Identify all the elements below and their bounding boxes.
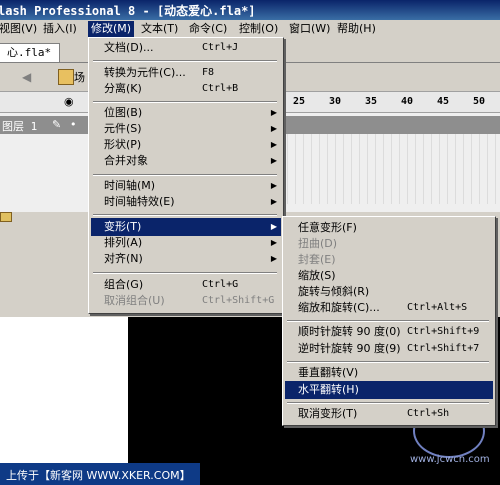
menu-separator xyxy=(93,214,277,216)
menu-separator xyxy=(93,101,277,103)
ruler-label: 40 xyxy=(401,96,414,107)
menu-item-break-apart[interactable]: 分离(K) Ctrl+B xyxy=(91,80,281,98)
menu-item-flip-horizontal[interactable]: 水平翻转(H) xyxy=(285,381,493,399)
ruler-label: 35 xyxy=(365,96,378,107)
menu-item-label: 对齐(N) xyxy=(104,252,143,265)
menu-separator xyxy=(93,60,277,62)
menu-item-shortcut: Ctrl+Sh xyxy=(407,408,450,419)
menu-item-scale-and-rotate[interactable]: 缩放和旋转(C)... Ctrl+Alt+S xyxy=(285,299,493,317)
menu-item-label: 水平翻转(H) xyxy=(298,383,359,396)
menu-item-combine-objects[interactable]: 合并对象 ▶ xyxy=(91,152,281,170)
menu-item-shortcut: Ctrl+Shift+9 xyxy=(407,326,480,337)
menu-item-label: 顺时针旋转 90 度(0) xyxy=(298,325,401,338)
stage-left-area xyxy=(0,317,128,467)
folder-icon[interactable] xyxy=(0,212,12,222)
menu-item-label: 逆时针旋转 90 度(9) xyxy=(298,342,401,355)
menu-item-flip-vertical[interactable]: 垂直翻转(V) xyxy=(285,364,493,382)
scene-icon xyxy=(58,69,74,85)
ruler-label: 30 xyxy=(329,96,342,107)
scene-label[interactable]: 场 xyxy=(74,69,85,85)
submenu-arrow-icon: ▶ xyxy=(270,156,277,165)
menu-separator xyxy=(287,402,489,404)
menu-item-rotate-ccw[interactable]: 逆时针旋转 90 度(9) Ctrl+Shift+7 xyxy=(285,340,493,358)
watermark-url: www.jcwcn.com xyxy=(410,454,490,465)
menu-item-label: 垂直翻转(V) xyxy=(298,366,359,379)
menu-view[interactable]: 视图(V) xyxy=(0,21,40,37)
menu-window[interactable]: 窗口(W) xyxy=(286,21,333,37)
menu-help[interactable]: 帮助(H) xyxy=(334,21,379,37)
menu-item-label: 取消变形(T) xyxy=(298,407,358,420)
menu-item-label: 取消组合(U) xyxy=(104,294,165,307)
document-tab[interactable]: 心.fla* xyxy=(0,43,61,62)
menu-modify[interactable]: 修改(M) xyxy=(88,21,135,37)
menu-item-label: 文档(D)... xyxy=(104,41,154,54)
layer-name[interactable]: 图层 1 xyxy=(2,118,37,134)
ruler-label: 50 xyxy=(473,96,486,107)
transform-submenu: 任意变形(F) 扭曲(D) 封套(E) 缩放(S) 旋转与倾斜(R) 缩放和旋转… xyxy=(282,216,496,426)
menu-item-shortcut: Ctrl+J xyxy=(202,42,239,53)
menu-item-timeline-effects[interactable]: 时间轴特效(E) ▶ xyxy=(91,193,281,211)
menu-bar: 视图(V) 插入(I) 修改(M) 文本(T) 命令(C) 控制(O) 窗口(W… xyxy=(0,20,500,38)
modify-menu: 文档(D)... Ctrl+J 转换为元件(C)... F8 分离(K) Ctr… xyxy=(88,37,284,314)
menu-item-rotate-cw[interactable]: 顺时针旋转 90 度(0) Ctrl+Shift+9 xyxy=(285,323,493,341)
visibility-dot-icon[interactable]: • xyxy=(70,118,77,131)
menu-item-remove-transform[interactable]: 取消变形(T) Ctrl+Sh xyxy=(285,405,493,423)
menu-item-shortcut: Ctrl+Shift+7 xyxy=(407,343,480,354)
watermark-bar: 上传于【新客网 WWW.XKER.COM】 xyxy=(0,463,200,485)
menu-item-align[interactable]: 对齐(N) ▶ xyxy=(91,250,281,268)
menu-separator xyxy=(93,272,277,274)
ruler-label: 45 xyxy=(437,96,450,107)
menu-item-ungroup: 取消组合(U) Ctrl+Shift+G xyxy=(91,292,281,310)
menu-item-shortcut: Ctrl+Shift+G xyxy=(202,295,275,306)
ruler-label: 25 xyxy=(293,96,306,107)
menu-insert[interactable]: 插入(I) xyxy=(40,21,80,37)
pencil-icon: ✎ xyxy=(52,118,62,131)
title-bar: lash Professional 8 - [动态爱心.fla*] xyxy=(0,0,500,20)
window-title: lash Professional 8 - [动态爱心.fla*] xyxy=(0,4,256,18)
menu-item-shortcut: Ctrl+Alt+S xyxy=(407,302,468,313)
menu-separator xyxy=(287,361,489,363)
eye-icon[interactable]: ◉ xyxy=(64,95,74,108)
menu-text[interactable]: 文本(T) xyxy=(138,21,181,37)
menu-item-document[interactable]: 文档(D)... Ctrl+J xyxy=(91,39,281,57)
menu-separator xyxy=(287,320,489,322)
menu-control[interactable]: 控制(O) xyxy=(236,21,281,37)
submenu-arrow-icon: ▶ xyxy=(270,197,277,206)
menu-commands[interactable]: 命令(C) xyxy=(186,21,230,37)
menu-item-shortcut: Ctrl+B xyxy=(202,83,239,94)
menu-item-label: 时间轴特效(E) xyxy=(104,195,175,208)
menu-item-label: 缩放和旋转(C)... xyxy=(298,301,380,314)
menu-separator xyxy=(93,174,277,176)
back-arrow-icon[interactable]: ◀ xyxy=(22,70,36,84)
menu-item-label: 合并对象 xyxy=(104,154,148,167)
submenu-arrow-icon: ▶ xyxy=(270,254,277,263)
menu-item-label: 分离(K) xyxy=(104,82,142,95)
watermark-upload-text: 上传于【新客网 WWW.XKER.COM】 xyxy=(6,469,191,482)
